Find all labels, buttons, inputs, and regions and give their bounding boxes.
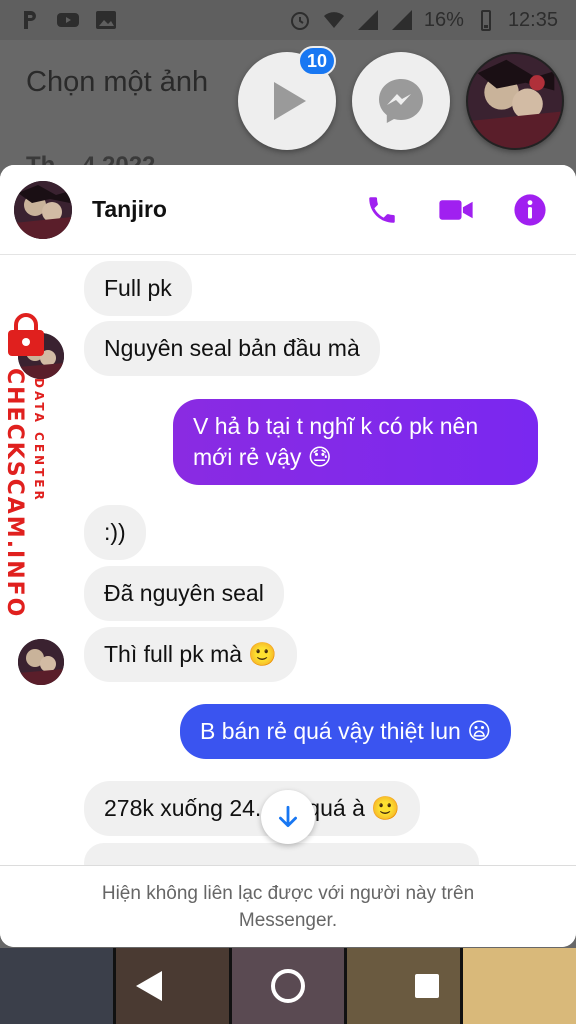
- wifi-icon: [322, 8, 346, 32]
- back-triangle-icon: [136, 971, 163, 1001]
- message-bubble-incoming[interactable]: Đã nguyên seal: [84, 566, 284, 621]
- avatar: [18, 639, 64, 685]
- message-bubble-incoming[interactable]: Nguyên seal bản đầu mà: [84, 321, 380, 376]
- video-call-icon[interactable]: [438, 192, 474, 228]
- page-title: Chọn một ảnh: [26, 66, 209, 98]
- play-chathead[interactable]: 10: [238, 46, 336, 150]
- clock: 12:35: [507, 8, 558, 31]
- message-list[interactable]: Full pk Nguyên seal bản đầu mà V hả b tạ…: [0, 255, 576, 865]
- avatar: [468, 54, 562, 148]
- status-bar: 16% 12:35: [0, 0, 576, 40]
- message-bubble-outgoing[interactable]: V hả b tại t nghĩ k có pk nên mới rẻ vậy…: [173, 399, 538, 485]
- alarm-icon: [288, 8, 312, 32]
- parking-icon: [18, 8, 42, 32]
- message-bubble-incoming[interactable]: :)): [84, 505, 146, 560]
- phone-call-icon[interactable]: [364, 192, 400, 228]
- unavailable-notice: Hiện không liên lạc được với người này t…: [0, 865, 576, 947]
- home-circle-icon: [270, 969, 305, 1003]
- recents-button[interactable]: [407, 966, 447, 1006]
- arrow-down-icon: [279, 805, 297, 828]
- messenger-chathead[interactable]: [352, 52, 450, 150]
- chat-header: Tanjiro: [0, 165, 576, 255]
- battery-percent: 16%: [423, 8, 464, 31]
- play-icon: [274, 82, 306, 120]
- message-bubble-outgoing[interactable]: B bán rẻ quá vậy thiệt lun 😦: [180, 704, 512, 759]
- watermark: CHECKSCAM.INFO DATA CENTER: [2, 308, 60, 618]
- watermark-sub-text: DATA CENTER: [32, 378, 46, 503]
- gallery-icon: [94, 8, 118, 32]
- youtube-icon: [56, 8, 80, 32]
- home-button[interactable]: [268, 966, 308, 1006]
- message-bubble-incoming[interactable]: Full pk: [84, 261, 192, 316]
- contact-name[interactable]: Tanjiro: [92, 196, 167, 223]
- message-bubble-incoming[interactable]: [84, 843, 479, 865]
- notification-badge: 10: [298, 46, 336, 76]
- signal-icon: [390, 8, 414, 32]
- signal-icon: [356, 8, 380, 32]
- info-icon[interactable]: [512, 192, 548, 228]
- contact-chathead[interactable]: [466, 52, 564, 150]
- messenger-icon: [379, 79, 423, 123]
- message-bubble-incoming[interactable]: 278k xuống 24... rẻ quá à 🙂: [84, 781, 420, 836]
- avatar[interactable]: [14, 180, 72, 239]
- navigation-bar: [0, 948, 576, 1024]
- battery-icon: [474, 8, 498, 32]
- lock-icon: [8, 313, 44, 356]
- back-button[interactable]: [129, 966, 169, 1006]
- watermark-main-text: CHECKSCAM.INFO: [2, 368, 27, 619]
- recents-square-icon: [414, 974, 439, 998]
- scroll-to-bottom-button[interactable]: [261, 790, 315, 844]
- message-bubble-incoming[interactable]: Thì full pk mà 🙂: [84, 627, 298, 682]
